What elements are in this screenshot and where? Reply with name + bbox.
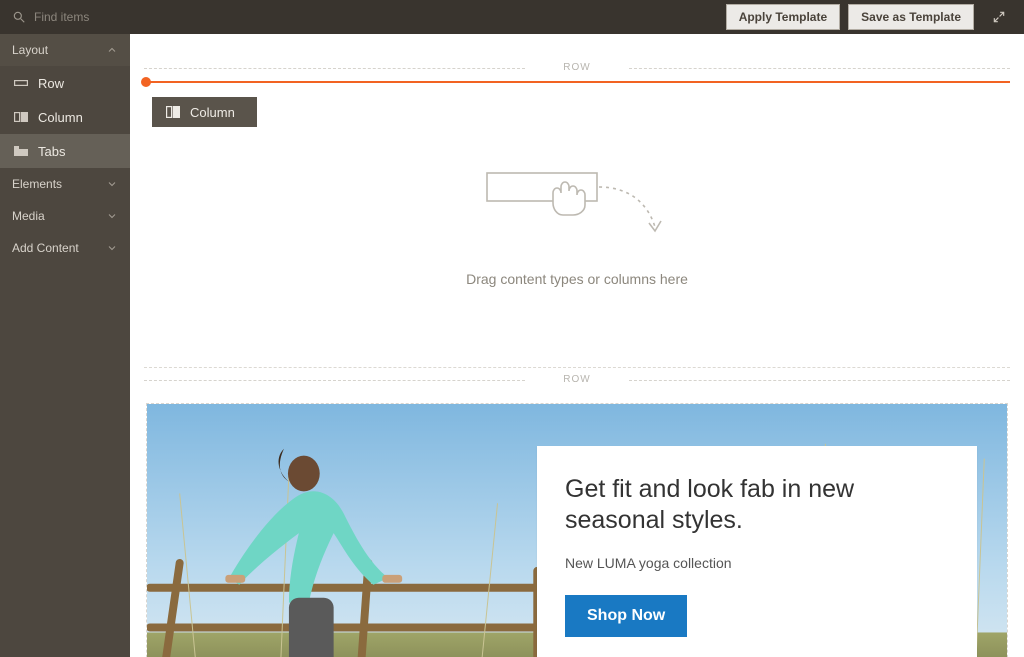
hero-title: Get fit and look fab in new seasonal sty… [565,474,949,537]
main: Layout Row Column [0,34,1024,657]
sidebar-group-elements[interactable]: Elements [0,168,130,200]
chevron-down-icon [106,178,118,190]
row-label: ROW [144,374,1010,385]
sidebar-item-row[interactable]: Row [0,66,130,100]
insert-indicator-handle[interactable] [141,77,151,87]
row-label: ROW [144,62,1010,73]
search-input[interactable] [34,10,174,24]
row-icon [14,78,28,88]
hero-banner[interactable]: Get fit and look fab in new seasonal sty… [146,403,1008,657]
sidebar-group-label: Layout [12,43,48,57]
column-icon [14,112,28,122]
row-separator [144,367,1010,368]
shop-now-button[interactable]: Shop Now [565,595,687,637]
sidebar-group-media[interactable]: Media [0,200,130,232]
apply-template-button[interactable]: Apply Template [726,4,840,30]
sidebar-group-add-content[interactable]: Add Content [0,232,130,264]
sidebar-item-tabs[interactable]: Tabs [0,134,130,168]
dropzone[interactable]: Drag content types or columns here [144,167,1010,327]
dropzone-illustration-icon [477,167,677,247]
sidebar-item-column[interactable]: Column [0,100,130,134]
search-icon [12,10,26,24]
sidebar: Layout Row Column [0,34,130,657]
save-as-template-button[interactable]: Save as Template [848,4,974,30]
topbar: Apply Template Save as Template [0,0,1024,34]
fullscreen-toggle-icon[interactable] [982,4,1016,30]
insert-indicator [144,81,1010,83]
canvas-inner: ROW Column [130,34,1024,657]
canvas[interactable]: ROW Column [130,34,1024,657]
tabs-icon [14,146,28,156]
sidebar-group-layout[interactable]: Layout [0,34,130,66]
chevron-up-icon [106,44,118,56]
sidebar-group-label: Add Content [12,241,79,255]
chevron-down-icon [106,210,118,222]
column-chip[interactable]: Column [152,97,257,127]
search [12,10,174,24]
column-chip-label: Column [190,105,235,120]
hero-card: Get fit and look fab in new seasonal sty… [537,446,977,657]
column-icon [166,106,180,118]
sidebar-item-label: Column [38,110,83,125]
dropzone-text: Drag content types or columns here [466,271,688,287]
chevron-down-icon [106,242,118,254]
sidebar-group-label: Elements [12,177,62,191]
hero-subtitle: New LUMA yoga collection [565,555,949,571]
sidebar-item-label: Tabs [38,144,65,159]
sidebar-item-label: Row [38,76,64,91]
hero-row[interactable]: Get fit and look fab in new seasonal sty… [144,393,1010,657]
sidebar-group-label: Media [12,209,45,223]
